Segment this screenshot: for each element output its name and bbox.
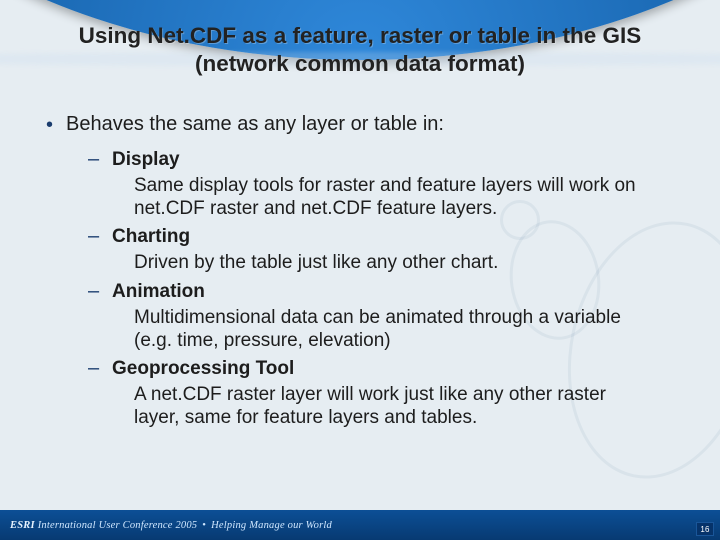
sub-bullet-label: Display [112, 149, 180, 170]
slide-title: Using Net.CDF as a feature, raster or ta… [0, 22, 720, 78]
sub-bullet: Geoprocessing Tool A net.CDF raster laye… [80, 356, 692, 429]
slide-footer: ESRI International User Conference 2005 … [0, 510, 720, 540]
footer-brand: ESRI [10, 520, 35, 531]
slide-body: Behaves the same as any layer or table i… [42, 112, 692, 439]
sub-bullet-body: A net.CDF raster layer will work just li… [134, 383, 654, 429]
slide: Using Net.CDF as a feature, raster or ta… [0, 0, 720, 540]
sub-bullet-label: Geoprocessing Tool [112, 358, 294, 379]
page-number: 16 [696, 522, 714, 536]
sub-bullet-label: Charting [112, 226, 190, 247]
sub-bullet-body: Multidimensional data can be animated th… [134, 306, 654, 352]
title-line-2: (network common data format) [195, 51, 525, 76]
dot-icon: • [202, 520, 206, 531]
sub-bullet: Display Same display tools for raster an… [80, 147, 692, 220]
sub-bullet: Animation Multidimensional data can be a… [80, 279, 692, 352]
sub-bullet-label: Animation [112, 281, 205, 302]
sub-bullet-body: Driven by the table just like any other … [134, 251, 654, 274]
sub-bullet: Charting Driven by the table just like a… [80, 224, 692, 274]
bullet-main: Behaves the same as any layer or table i… [42, 112, 692, 429]
title-line-1: Using Net.CDF as a feature, raster or ta… [79, 23, 642, 48]
footer-text: International User Conference 2005 [38, 520, 198, 531]
bullet-main-text: Behaves the same as any layer or table i… [66, 113, 444, 135]
sub-bullet-body: Same display tools for raster and featur… [134, 174, 654, 220]
footer-tagline: Helping Manage our World [211, 520, 332, 531]
